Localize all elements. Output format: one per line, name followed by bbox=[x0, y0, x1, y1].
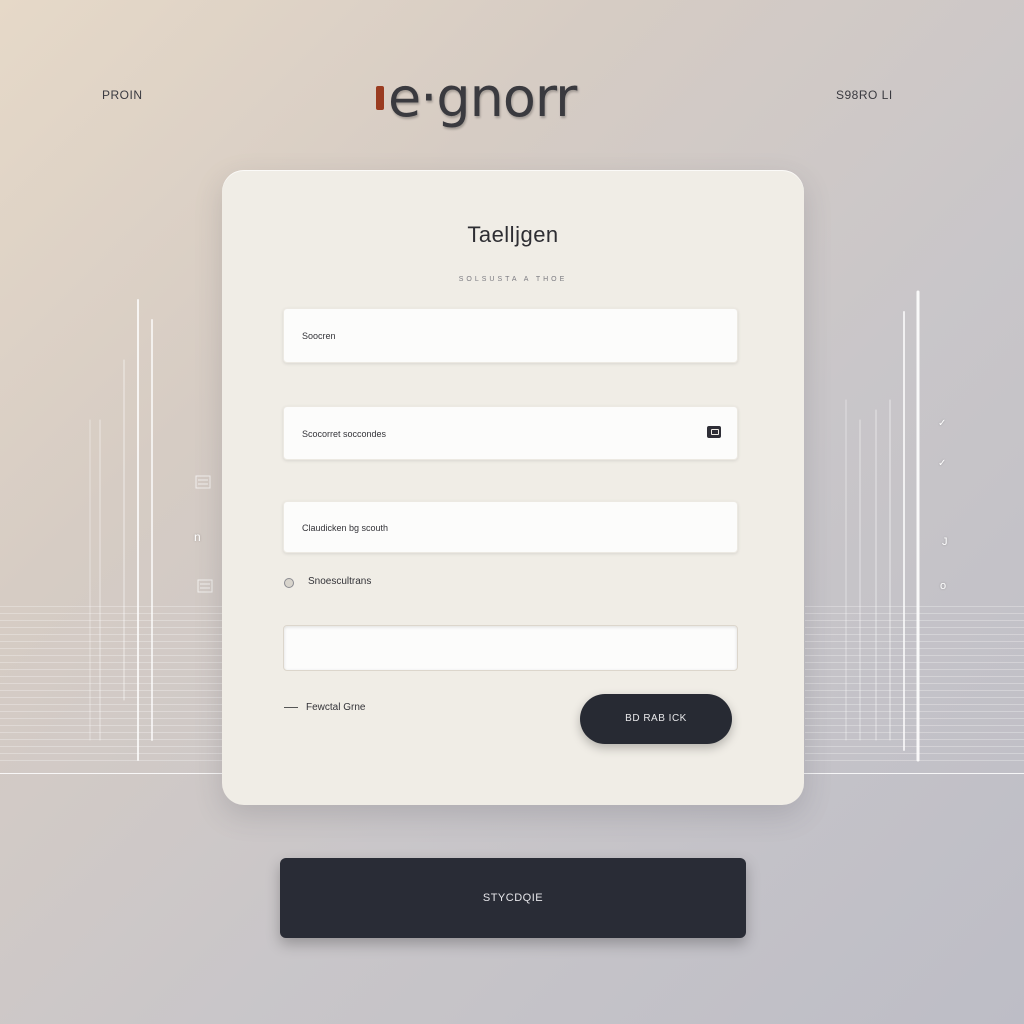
footer-link-label: Fewctal Grne bbox=[306, 702, 366, 713]
card-title: Taelljgen bbox=[467, 222, 559, 247]
bottom-action-button[interactable]: STYCDQIE bbox=[280, 858, 746, 938]
brand-logo: e·gnorr bbox=[370, 60, 650, 136]
username-field[interactable]: Soocren bbox=[283, 308, 738, 363]
fourth-field[interactable] bbox=[283, 625, 738, 671]
password-placeholder: Scocorret soccondes bbox=[302, 429, 387, 439]
username-placeholder: Soocren bbox=[302, 331, 336, 341]
third-field[interactable]: Claudicken bg scouth bbox=[283, 501, 738, 553]
logo-text: e·gnorr bbox=[388, 66, 577, 129]
top-right-label[interactable]: S98RO LI bbox=[836, 88, 893, 102]
logo-mark-icon bbox=[376, 86, 384, 110]
right-side-glyph-3: J bbox=[942, 536, 948, 548]
login-card: Taelljgen SOLSUSTA A THOE Soocren Scocor… bbox=[222, 170, 804, 805]
password-toggle-icon[interactable] bbox=[707, 426, 721, 438]
remember-checkbox[interactable] bbox=[284, 578, 294, 588]
left-side-glyph: n bbox=[194, 530, 201, 544]
footer-link[interactable]: Fewctal Grne bbox=[284, 702, 365, 713]
password-field[interactable]: Scocorret soccondes bbox=[283, 406, 738, 460]
dash-icon bbox=[284, 706, 298, 708]
card-subtitle: SOLSUSTA A THOE bbox=[458, 276, 568, 283]
top-left-label[interactable]: PROIN bbox=[102, 88, 143, 102]
right-side-glyph-1: ✓ bbox=[938, 418, 947, 429]
right-side-glyph-4: o bbox=[940, 580, 947, 592]
left-decorative-stripes bbox=[0, 606, 222, 766]
right-side-glyph-2: ✓ bbox=[938, 458, 947, 469]
submit-button[interactable]: BD RAB ICK bbox=[580, 694, 732, 744]
remember-checkbox-label: Snoescultrans bbox=[308, 576, 372, 587]
third-field-placeholder: Claudicken bg scouth bbox=[302, 523, 389, 533]
right-decorative-stripes bbox=[805, 606, 1024, 766]
